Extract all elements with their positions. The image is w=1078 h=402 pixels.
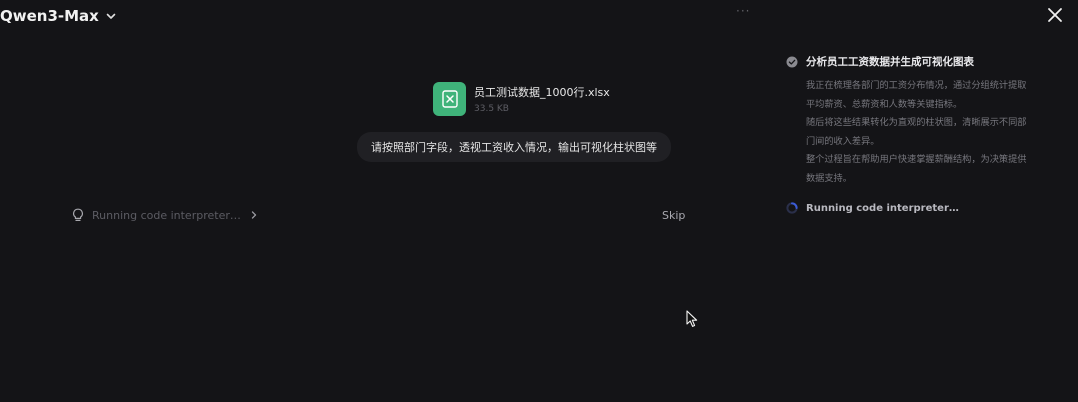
user-message-bubble: 请按照部门字段，透视工资收入情况，输出可视化柱状图等 <box>357 132 671 162</box>
running-code-text: Running code interpreter… <box>92 208 241 222</box>
app-window: Qwen3-Max ··· 员工测试数据_1000行.xlsx 33.5 KB … <box>0 0 1078 402</box>
step-description: 我正在梳理各部门的工资分布情况，通过分组统计提取 平均薪资、总薪资和人数等关键指… <box>806 77 1058 188</box>
chevron-down-icon <box>106 13 116 19</box>
mouse-cursor-icon <box>686 310 698 327</box>
running-step: Running code interpreter… <box>786 202 1058 214</box>
skip-button[interactable]: Skip <box>662 209 685 222</box>
file-name: 员工测试数据_1000行.xlsx <box>474 86 610 99</box>
excel-file-icon <box>433 82 466 116</box>
model-name: Qwen3-Max <box>0 7 99 25</box>
step-header[interactable]: 分析员工工资数据并生成可视化图表 <box>786 54 1058 69</box>
step-line: 平均薪资、总薪资和人数等关键指标。 <box>806 98 963 110</box>
file-attachment[interactable]: 员工测试数据_1000行.xlsx 33.5 KB <box>433 82 610 116</box>
running-step-text: Running code interpreter… <box>806 202 959 214</box>
chevron-right-icon <box>251 211 257 219</box>
model-switcher[interactable]: Qwen3-Max <box>0 5 117 27</box>
file-meta: 员工测试数据_1000行.xlsx 33.5 KB <box>474 84 610 114</box>
user-message-text: 请按照部门字段，透视工资收入情况，输出可视化柱状图等 <box>371 141 657 154</box>
check-circle-icon <box>786 56 798 67</box>
step-line: 数据支持。 <box>806 172 852 184</box>
step-line: 我正在梳理各部门的工资分布情况，通过分组统计提取 <box>806 80 1027 91</box>
lightbulb-icon <box>73 208 83 221</box>
step-line: 整个过程旨在帮助用户快速掌握薪酬结构，为决策提供 <box>806 154 1027 165</box>
more-dots[interactable]: ··· <box>736 4 750 18</box>
spinner-icon <box>786 202 798 214</box>
step-line: 门间的收入差异。 <box>806 135 880 147</box>
step-title: 分析员工工资数据并生成可视化图表 <box>806 56 974 68</box>
close-icon[interactable] <box>1046 6 1064 24</box>
progress-panel: 分析员工工资数据并生成可视化图表 我正在梳理各部门的工资分布情况，通过分组统计提… <box>786 54 1058 214</box>
running-code-row[interactable]: Running code interpreter… <box>72 208 259 222</box>
step-line: 随后将这些结果转化为直观的柱状图，清晰展示不同部 <box>806 117 1027 128</box>
file-size: 33.5 KB <box>474 104 509 114</box>
